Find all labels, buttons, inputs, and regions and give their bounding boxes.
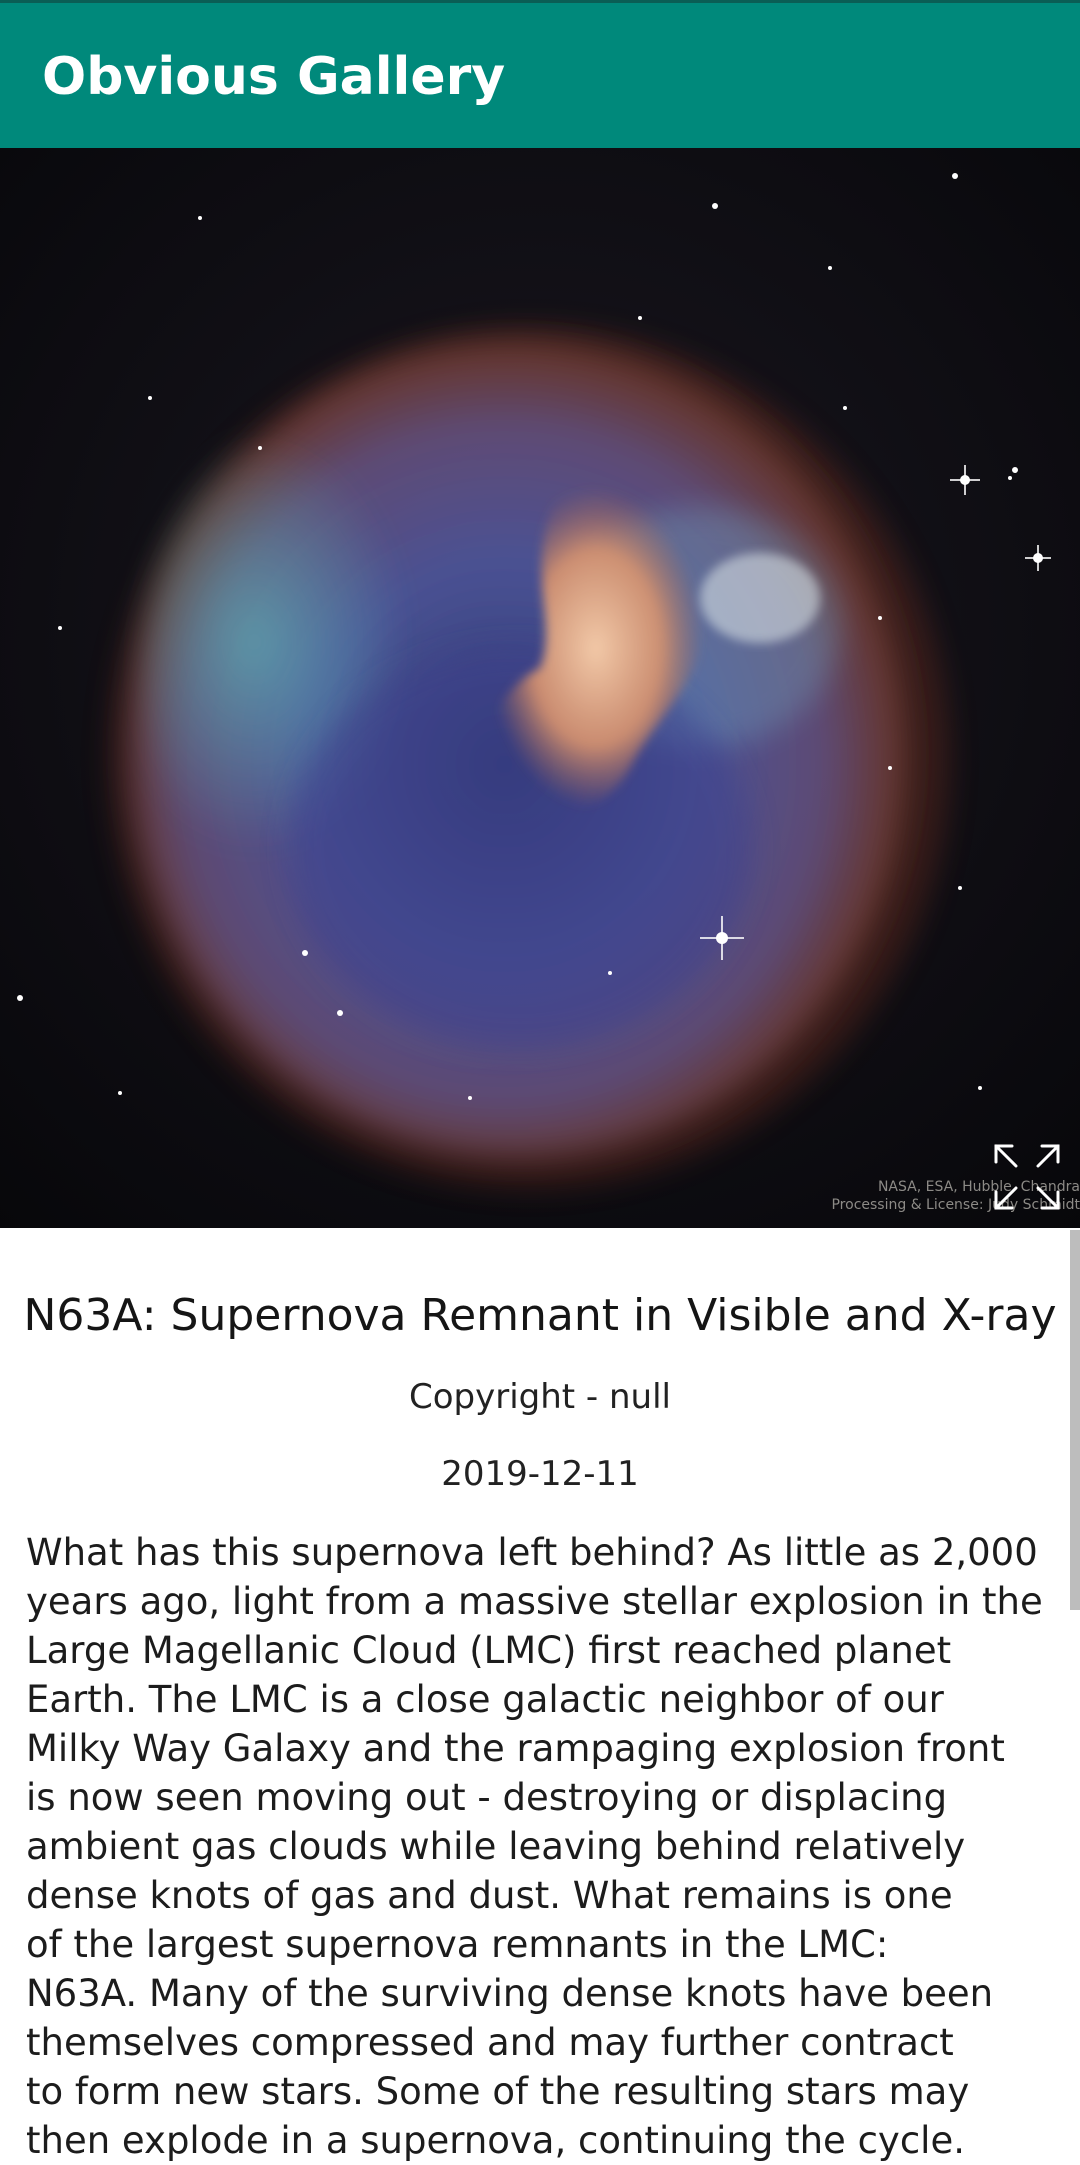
expand-icon — [994, 1144, 1060, 1210]
fullscreen-button[interactable] — [990, 1140, 1064, 1214]
apod-image[interactable]: NASA, ESA, Hubble, Chandra Processing & … — [0, 148, 1080, 1228]
app-title: Obvious Gallery — [42, 47, 506, 107]
scrollbar-thumb[interactable] — [1070, 1230, 1080, 1610]
app-bar: Obvious Gallery — [0, 0, 1080, 148]
copyright-text: Copyright - null — [408, 1377, 671, 1417]
date-text: 2019-12-11 — [441, 1454, 639, 1494]
nebula-image — [0, 148, 1080, 1228]
article-title: N63A: Supernova Remnant in Visible and X… — [23, 1290, 1057, 1341]
explanation-text: What has this supernova left behind? As … — [26, 1531, 1043, 2162]
